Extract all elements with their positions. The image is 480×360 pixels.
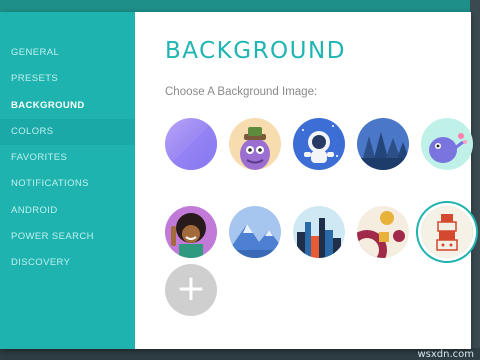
page-title: BACKGROUND — [165, 38, 346, 64]
thumbnail-purple-creature[interactable] — [421, 118, 473, 170]
watermark: wsxdn.com — [417, 349, 474, 360]
settings-sidebar: GENERAL PRESETS BACKGROUND COLORS FAVORI… — [0, 12, 135, 349]
thumbnail-gradient-purple[interactable] — [165, 118, 217, 170]
settings-window: GENERAL PRESETS BACKGROUND COLORS FAVORI… — [0, 12, 473, 349]
background-app-dock — [0, 348, 480, 360]
thumbnail-city-skyline[interactable] — [293, 206, 345, 258]
sidebar-item-general[interactable]: GENERAL — [0, 40, 135, 66]
thumbnail-monster-with-hat[interactable] — [229, 118, 281, 170]
thumbnail-girl-afro[interactable] — [165, 206, 217, 258]
sidebar-item-favorites[interactable]: FAVORITES — [0, 145, 135, 171]
add-background-button[interactable]: + — [165, 264, 217, 316]
thumbnail-astronaut[interactable] — [293, 118, 345, 170]
thumbnail-mountains[interactable] — [229, 206, 281, 258]
settings-content: BACKGROUND Choose A Background Image: + — [135, 12, 473, 349]
sidebar-item-discovery[interactable]: DISCOVERY — [0, 250, 135, 276]
background-app-edge — [470, 0, 480, 360]
sidebar-item-presets[interactable]: PRESETS — [0, 66, 135, 92]
sidebar-item-colors[interactable]: COLORS — [0, 118, 135, 146]
plus-icon: + — [175, 268, 207, 309]
thumbnail-abstract-shapes[interactable] — [357, 206, 409, 258]
thumbnail-totem-stack[interactable] — [421, 206, 473, 258]
section-subtitle: Choose A Background Image: — [165, 86, 318, 98]
sidebar-item-notifications[interactable]: NOTIFICATIONS — [0, 171, 135, 197]
sidebar-item-background[interactable]: BACKGROUND — [0, 93, 135, 119]
sidebar-item-power-search[interactable]: POWER SEARCH — [0, 224, 135, 250]
thumbnail-forest-night[interactable] — [357, 118, 409, 170]
sidebar-item-android[interactable]: ANDROID — [0, 198, 135, 224]
